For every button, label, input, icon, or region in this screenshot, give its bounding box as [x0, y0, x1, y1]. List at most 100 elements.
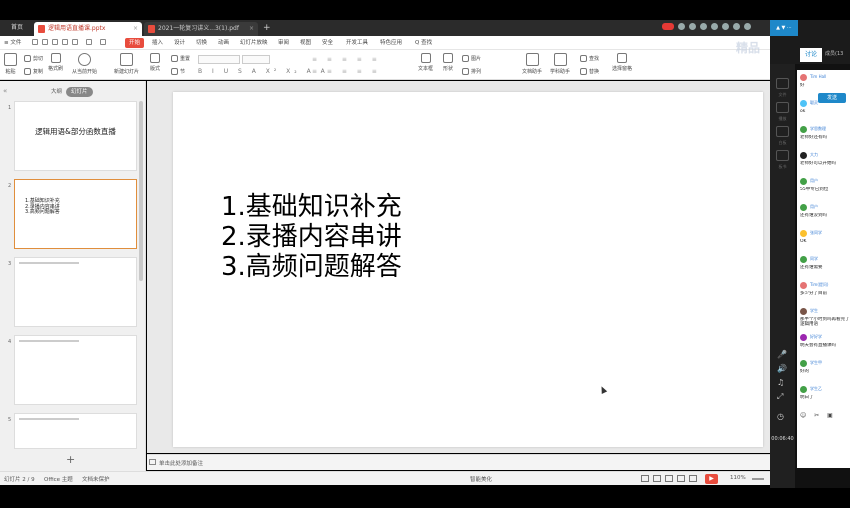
- music-icon[interactable]: ♫: [777, 378, 784, 387]
- tab-slides[interactable]: 幻灯片: [66, 87, 93, 97]
- copy-button[interactable]: 复制: [24, 68, 43, 75]
- chat-username[interactable]: Tim(提问): [810, 282, 850, 288]
- menu-start[interactable]: 开始: [125, 38, 145, 48]
- arrange-button[interactable]: 排列: [462, 68, 481, 75]
- speaker-icon[interactable]: 🔊: [777, 364, 787, 373]
- sorter-view-icon[interactable]: [665, 475, 673, 482]
- subject-assistant-button[interactable]: 学科助手: [550, 53, 570, 75]
- slide-text-line[interactable]: 2.录播内容串讲: [221, 222, 402, 252]
- tray-icon[interactable]: [722, 23, 729, 30]
- slide-thumbnail-4[interactable]: [14, 335, 137, 405]
- home-tab[interactable]: 首页: [4, 22, 30, 34]
- expand-icon[interactable]: ⤢: [777, 392, 783, 402]
- notes-bar[interactable]: 单击此处添加备注: [147, 454, 770, 470]
- new-tab-plus-icon[interactable]: +: [263, 22, 271, 34]
- menu-transition[interactable]: 切换: [196, 38, 207, 48]
- shape-button[interactable]: 形状: [443, 53, 453, 72]
- preview-icon[interactable]: [62, 39, 68, 45]
- text-format-buttons[interactable]: B I U S A X² X₂ A A: [198, 68, 329, 75]
- print-icon[interactable]: [52, 39, 58, 45]
- user-avatar-icon[interactable]: [800, 100, 807, 107]
- chat-username[interactable]: 学思数理: [810, 126, 850, 132]
- tab-outline[interactable]: 大纲: [46, 87, 67, 97]
- menu-special[interactable]: 特色应用: [380, 38, 402, 48]
- font-size-select[interactable]: [242, 55, 270, 64]
- zoom-slider[interactable]: [752, 478, 764, 480]
- whiteboard-icon[interactable]: [776, 126, 789, 137]
- user-avatar-icon[interactable]: [800, 126, 807, 133]
- save-icon[interactable]: [32, 39, 38, 45]
- slide-thumbnail-3[interactable]: [14, 257, 137, 327]
- doc-assistant-button[interactable]: 文档助手: [522, 53, 542, 75]
- menu-developer[interactable]: 开发工具: [346, 38, 368, 48]
- live-control-bar[interactable]: ▲ ▼ ⋯: [770, 20, 798, 36]
- chat-username[interactable]: 学生甲: [810, 360, 850, 366]
- tab-pptx-document[interactable]: 逻辑用语直播课.pptx ×: [34, 22, 142, 36]
- paste-button[interactable]: 粘贴: [4, 53, 17, 75]
- tray-icon[interactable]: [689, 23, 696, 30]
- user-avatar-icon[interactable]: [800, 74, 807, 81]
- reading-view-icon[interactable]: [677, 475, 685, 482]
- undo-icon[interactable]: [86, 39, 92, 45]
- menu-search[interactable]: Q 查找: [415, 38, 432, 48]
- user-avatar-icon[interactable]: [800, 308, 807, 315]
- play-from-current-button[interactable]: 从当前开始: [72, 53, 97, 75]
- slide-text-line[interactable]: 3.高频问题解答: [221, 252, 402, 282]
- user-avatar-icon[interactable]: [800, 152, 807, 159]
- notes-view-icon[interactable]: [641, 475, 649, 482]
- close-icon[interactable]: ×: [133, 22, 138, 36]
- add-slide-plus-icon[interactable]: +: [66, 453, 75, 466]
- tray-icon[interactable]: [733, 23, 740, 30]
- menu-slideshow[interactable]: 幻灯片放映: [240, 38, 268, 48]
- format-icon[interactable]: [72, 39, 78, 45]
- collapse-panel-icon[interactable]: «: [3, 87, 7, 95]
- picture-button[interactable]: 图片: [462, 55, 481, 62]
- zoom-level[interactable]: 110%: [730, 475, 746, 481]
- microphone-icon[interactable]: 🎤: [777, 350, 787, 359]
- chat-username[interactable]: 学生: [810, 308, 850, 314]
- file-icon[interactable]: [776, 78, 789, 89]
- section-button[interactable]: 节: [171, 68, 185, 75]
- user-avatar-icon[interactable]: [800, 386, 807, 393]
- close-icon[interactable]: ×: [249, 22, 254, 36]
- layout-button[interactable]: 版式: [150, 53, 160, 72]
- doc-protection-status[interactable]: 文档未保护: [82, 475, 110, 483]
- tab-pdf-document[interactable]: 2021一轮复习讲义...3(1).pdf ×: [144, 22, 258, 36]
- tray-icon[interactable]: [744, 23, 751, 30]
- play-icon[interactable]: [776, 102, 789, 113]
- menu-file[interactable]: ≡ 文件: [4, 38, 21, 48]
- chat-username[interactable]: 大力: [810, 152, 850, 158]
- chat-tool-icons[interactable]: ☺ ✂ ▣: [800, 412, 836, 419]
- chat-username[interactable]: 学生乙: [810, 386, 850, 392]
- input-method-icon[interactable]: [662, 23, 674, 30]
- user-avatar-icon[interactable]: [800, 360, 807, 367]
- font-name-select[interactable]: [198, 55, 240, 64]
- chat-username[interactable]: 用户: [810, 204, 850, 210]
- paragraph-spacing-buttons[interactable]: ≡ ≡ ≡ ≡ ≡: [312, 68, 381, 75]
- menu-insert[interactable]: 插入: [152, 38, 163, 48]
- user-avatar-icon[interactable]: [800, 204, 807, 211]
- user-avatar-icon[interactable]: [800, 230, 807, 237]
- chat-username[interactable]: 用户: [810, 178, 850, 184]
- menu-view[interactable]: 视图: [300, 38, 311, 48]
- find-button[interactable]: 查找: [580, 55, 599, 62]
- user-avatar-icon[interactable]: [800, 282, 807, 289]
- smart-beautify-button[interactable]: 智能美化: [470, 475, 492, 483]
- microphone-icon[interactable]: [700, 23, 707, 30]
- tray-icon[interactable]: [678, 23, 685, 30]
- chat-username[interactable]: Tim Hall: [810, 74, 850, 79]
- textbox-button[interactable]: 文本框: [418, 53, 433, 72]
- pen-icon[interactable]: [776, 150, 789, 161]
- grid-view-icon[interactable]: [689, 475, 697, 482]
- slide-thumbnail-2[interactable]: 1.基础知识补充 2.录播内容串讲 3.高频问题解答: [14, 179, 137, 249]
- chat-input-area[interactable]: ☺ ✂ ▣: [797, 408, 850, 468]
- chat-username[interactable]: 张同学: [810, 230, 850, 236]
- user-avatar-icon[interactable]: [800, 256, 807, 263]
- current-slide[interactable]: 1.基础知识补充 2.录播内容串讲 3.高频问题解答: [173, 92, 763, 447]
- cut-button[interactable]: 剪切: [24, 55, 43, 62]
- menu-design[interactable]: 设计: [174, 38, 185, 48]
- thumbnail-scrollbar[interactable]: [139, 101, 143, 281]
- notes-placeholder[interactable]: 单击此处添加备注: [159, 459, 203, 467]
- tray-icon[interactable]: [711, 23, 718, 30]
- format-painter-button[interactable]: 格式刷: [48, 53, 63, 72]
